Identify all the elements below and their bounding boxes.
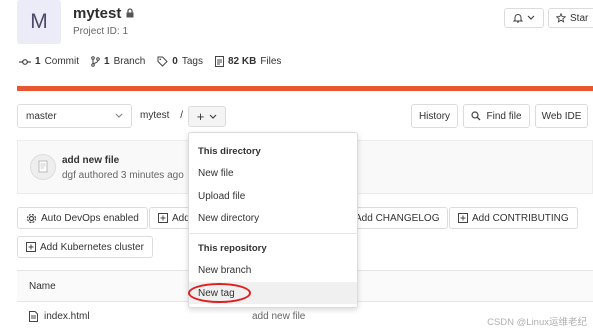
plus-square-icon: [458, 213, 468, 223]
branch-icon: [91, 56, 100, 67]
menu-item-new-directory[interactable]: New directory: [198, 213, 259, 224]
history-button[interactable]: History: [411, 104, 458, 128]
star-button[interactable]: Star: [548, 8, 593, 28]
add-contributing-button[interactable]: Add CONTRIBUTING: [449, 207, 578, 229]
add-contributing-label: Add CONTRIBUTING: [472, 212, 569, 224]
commits-label: Commit: [44, 56, 80, 67]
notification-button[interactable]: [504, 8, 544, 28]
find-file-button[interactable]: Find file: [463, 104, 530, 128]
tags-count: 0: [172, 56, 178, 67]
find-file-label: Find file: [486, 110, 522, 122]
branch-name: master: [26, 110, 57, 122]
branches-stat[interactable]: 1 Branch: [91, 56, 145, 67]
project-stats: 1 Commit 1 Branch 0 Tags 82 KB Files: [19, 56, 281, 67]
star-label: Star: [570, 12, 589, 24]
menu-item-new-file[interactable]: New file: [198, 168, 234, 179]
menu-item-new-branch[interactable]: New branch: [198, 265, 251, 276]
dropdown-divider: [188, 233, 358, 234]
add-menu-button[interactable]: +: [188, 106, 226, 127]
commit-icon: [19, 57, 31, 67]
watermark: CSDN @Linux运维老纪: [487, 317, 587, 328]
table-row[interactable]: index.html: [29, 311, 90, 322]
annotation-circle: [188, 283, 251, 303]
file-name[interactable]: index.html: [44, 311, 90, 322]
breadcrumb-separator: /: [180, 110, 184, 121]
file-icon: [29, 311, 38, 322]
chevron-down-icon: [115, 113, 123, 119]
plus-icon: +: [196, 109, 205, 124]
files-label: Files: [260, 56, 282, 67]
files-stat[interactable]: 82 KB Files: [214, 56, 282, 67]
add-readme-button[interactable]: Add: [149, 207, 191, 229]
project-name[interactable]: mytest: [73, 5, 121, 22]
branch-selector[interactable]: master: [17, 104, 132, 128]
add-kubernetes-button[interactable]: Add Kubernetes cluster: [17, 236, 153, 258]
file-last-commit[interactable]: add new file: [252, 311, 305, 322]
search-icon: [471, 111, 481, 121]
add-kubernetes-label: Add Kubernetes cluster: [40, 241, 144, 253]
project-avatar: M: [17, 0, 61, 44]
tags-label: Tags: [181, 56, 203, 67]
menu-item-upload-file[interactable]: Upload file: [198, 191, 245, 202]
plus-square-icon: [26, 242, 36, 252]
accent-divider: [17, 86, 593, 91]
history-label: History: [418, 110, 451, 122]
project-id: Project ID: 1: [73, 26, 129, 37]
commit-meta: dgf authored 3 minutes ago: [62, 170, 184, 181]
commit-title[interactable]: add new file: [62, 155, 119, 166]
document-icon: [38, 160, 48, 173]
files-size: 82 KB: [227, 56, 257, 67]
tags-stat[interactable]: 0 Tags: [157, 56, 203, 67]
commits-count: 1: [35, 56, 41, 67]
column-header-name: Name: [29, 281, 56, 292]
dropdown-header-directory: This directory: [198, 146, 261, 157]
auto-devops-label: Auto DevOps enabled: [41, 212, 139, 224]
breadcrumb: mytest /: [140, 110, 183, 121]
chevron-down-icon: [527, 15, 535, 21]
web-ide-button[interactable]: Web IDE: [535, 104, 588, 128]
auto-devops-button[interactable]: Auto DevOps enabled: [17, 207, 148, 229]
commits-stat[interactable]: 1 Commit: [19, 56, 79, 67]
web-ide-label: Web IDE: [541, 110, 582, 122]
chevron-down-icon: [209, 114, 217, 120]
bell-icon: [513, 13, 523, 23]
gear-icon: [26, 213, 37, 224]
branches-count: 1: [104, 56, 110, 67]
add-changelog-button[interactable]: Add CHANGELOG: [347, 207, 449, 229]
file-size-icon: [214, 56, 224, 67]
plus-square-icon: [158, 213, 168, 223]
avatar[interactable]: [30, 154, 56, 180]
breadcrumb-project[interactable]: mytest: [140, 110, 169, 121]
tag-icon: [157, 56, 168, 67]
avatar-letter: M: [30, 10, 48, 33]
dropdown-header-repository: This repository: [198, 243, 267, 254]
lock-icon: [125, 8, 135, 18]
star-icon: [556, 13, 566, 23]
add-changelog-label: Add CHANGELOG: [355, 212, 440, 224]
branches-label: Branch: [113, 56, 146, 67]
